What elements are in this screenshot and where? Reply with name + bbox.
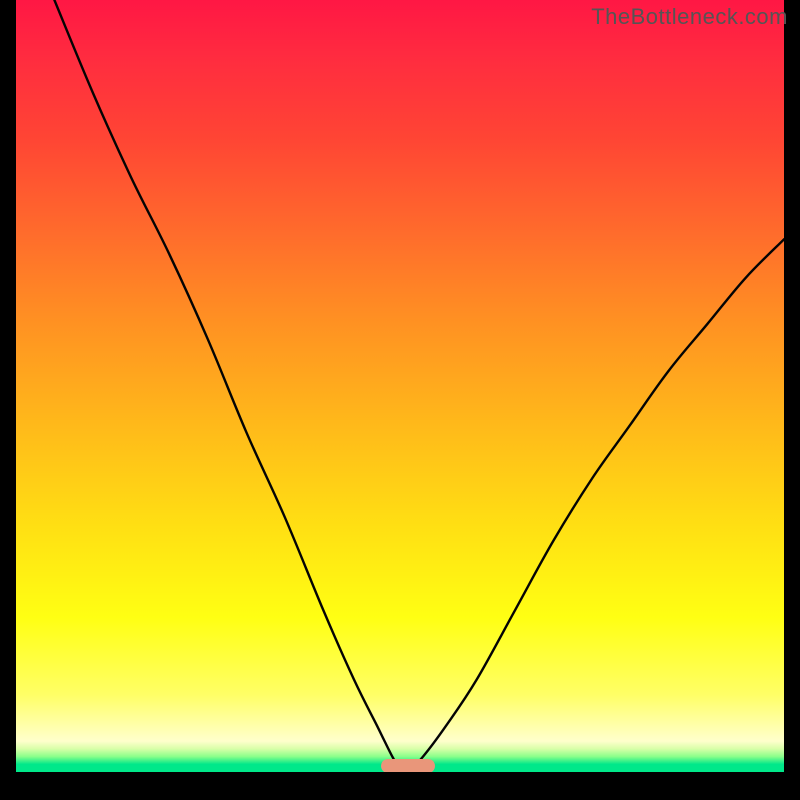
bottleneck-curve — [16, 0, 784, 772]
chart-frame: TheBottleneck.com — [0, 0, 800, 800]
v-curve-path — [54, 0, 784, 772]
plot-area — [16, 0, 784, 772]
